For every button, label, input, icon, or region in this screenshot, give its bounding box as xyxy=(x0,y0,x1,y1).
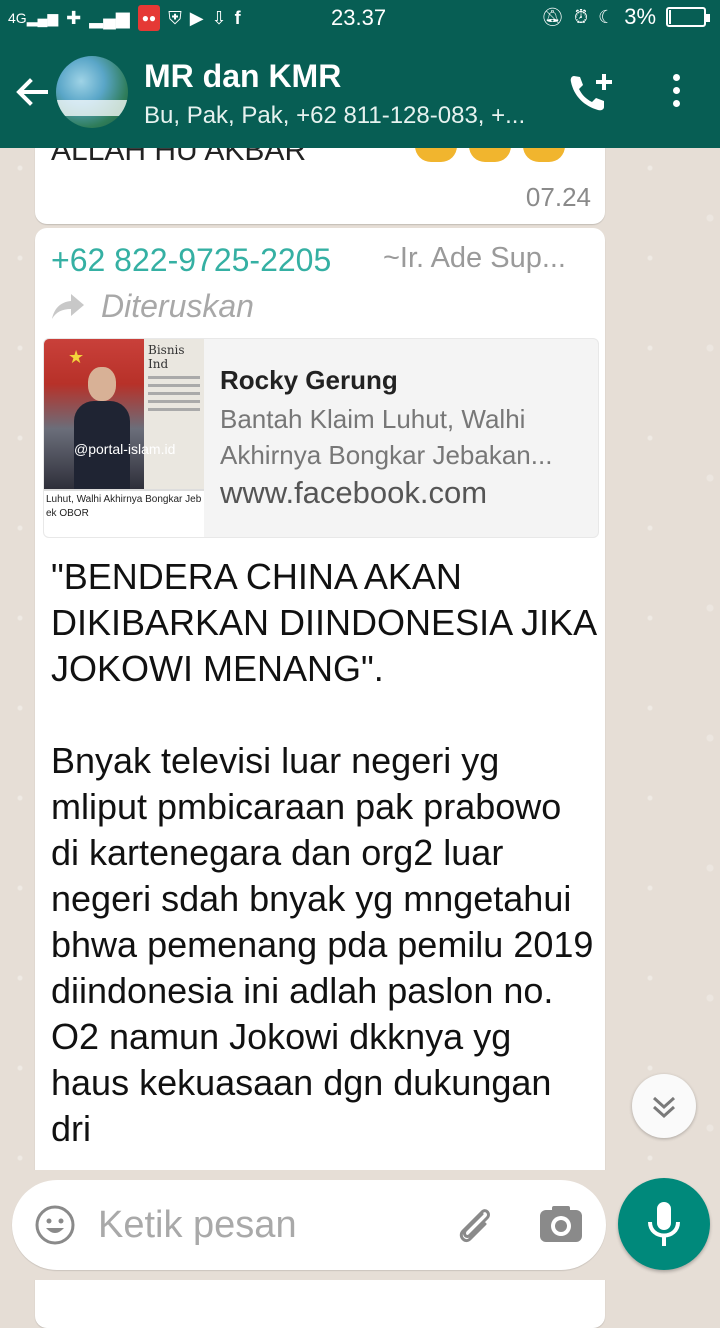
download-icon: ⇩ xyxy=(211,8,227,28)
forward-icon xyxy=(52,294,84,319)
link-preview-title: Rocky Gerung xyxy=(220,365,398,395)
shield-icon: ⛨ xyxy=(168,8,182,28)
chat-title[interactable]: MR dan KMR xyxy=(144,58,341,95)
link-preview-thumbnail: ★ Bisnis Ind @portal-islam.id Luhut, Wal… xyxy=(44,339,204,537)
thumbnail-watermark: @portal-islam.id xyxy=(74,441,176,457)
add-call-icon[interactable] xyxy=(566,70,616,116)
message-text: "BENDERA CHINA AKAN DIKIBARKAN DIINDONES… xyxy=(51,556,596,1149)
link-preview-card[interactable]: ★ Bisnis Ind @portal-islam.id Luhut, Wal… xyxy=(43,338,599,538)
message-composer[interactable]: Ketik pesan xyxy=(12,1180,606,1270)
previous-message-time: 07.24 xyxy=(525,182,591,212)
signal-bars-icon: ▂▄▆ xyxy=(89,8,130,28)
notification-icon: ✚ xyxy=(66,8,82,28)
link-preview-description: Bantah Klaim Luhut, Walhi Akhirnya Bongk… xyxy=(220,404,553,470)
emoji-icon[interactable] xyxy=(34,1204,76,1246)
status-time: 23.37 xyxy=(331,5,387,30)
chat-header: MR dan KMR Bu, Pak, Pak, +62 811-128-083… xyxy=(0,36,720,148)
group-avatar[interactable] xyxy=(56,56,128,128)
app-notification-icon: ●● xyxy=(137,5,161,31)
facebook-icon: f xyxy=(234,8,241,28)
sender-phone[interactable]: +62 822-9725-2205 xyxy=(51,242,331,279)
scroll-down-button[interactable] xyxy=(632,1074,696,1138)
forwarded-label: Diteruskan xyxy=(101,288,254,324)
link-preview-domain: www.facebook.com xyxy=(220,475,488,510)
status-bar: 4G▂▄▆ ✚ ▂▄▆ ●● ⛨ ▶ ⇩ f 23.37 🔕︎ ⏰︎ ☾ 3% xyxy=(0,0,720,36)
camera-icon[interactable] xyxy=(538,1204,584,1244)
battery-percent: 3% xyxy=(624,4,656,29)
thumbnail-newspaper: Bisnis Ind xyxy=(144,339,204,489)
chat-participants[interactable]: Bu, Pak, Pak, +62 811-128-083, +... xyxy=(144,102,525,130)
mic-button[interactable] xyxy=(618,1178,710,1270)
do-not-disturb-icon: ☾ xyxy=(598,7,615,27)
mute-icon: 🔕︎ xyxy=(541,7,565,27)
more-vert-icon[interactable] xyxy=(666,74,686,114)
message-bubble[interactable]: +62 822-9725-2205 ~Ir. Ade Sup... Diteru… xyxy=(35,228,605,1328)
thumbnail-caption: Luhut, Walhi Akhirnya Bongkar Jeb ek OBO… xyxy=(44,491,204,537)
mic-icon xyxy=(648,1202,680,1246)
alarm-icon: ⏰︎ xyxy=(574,7,589,27)
signal-icon: 4G▂▄▆ xyxy=(8,10,59,26)
battery-icon xyxy=(666,7,710,27)
sender-name: ~Ir. Ade Sup... xyxy=(383,242,566,274)
scroll-down-icon xyxy=(652,1096,676,1119)
youtube-icon: ▶ xyxy=(189,8,204,28)
attach-icon[interactable] xyxy=(452,1202,496,1246)
back-arrow-icon[interactable] xyxy=(12,72,52,112)
message-input[interactable]: Ketik pesan xyxy=(98,1204,297,1247)
